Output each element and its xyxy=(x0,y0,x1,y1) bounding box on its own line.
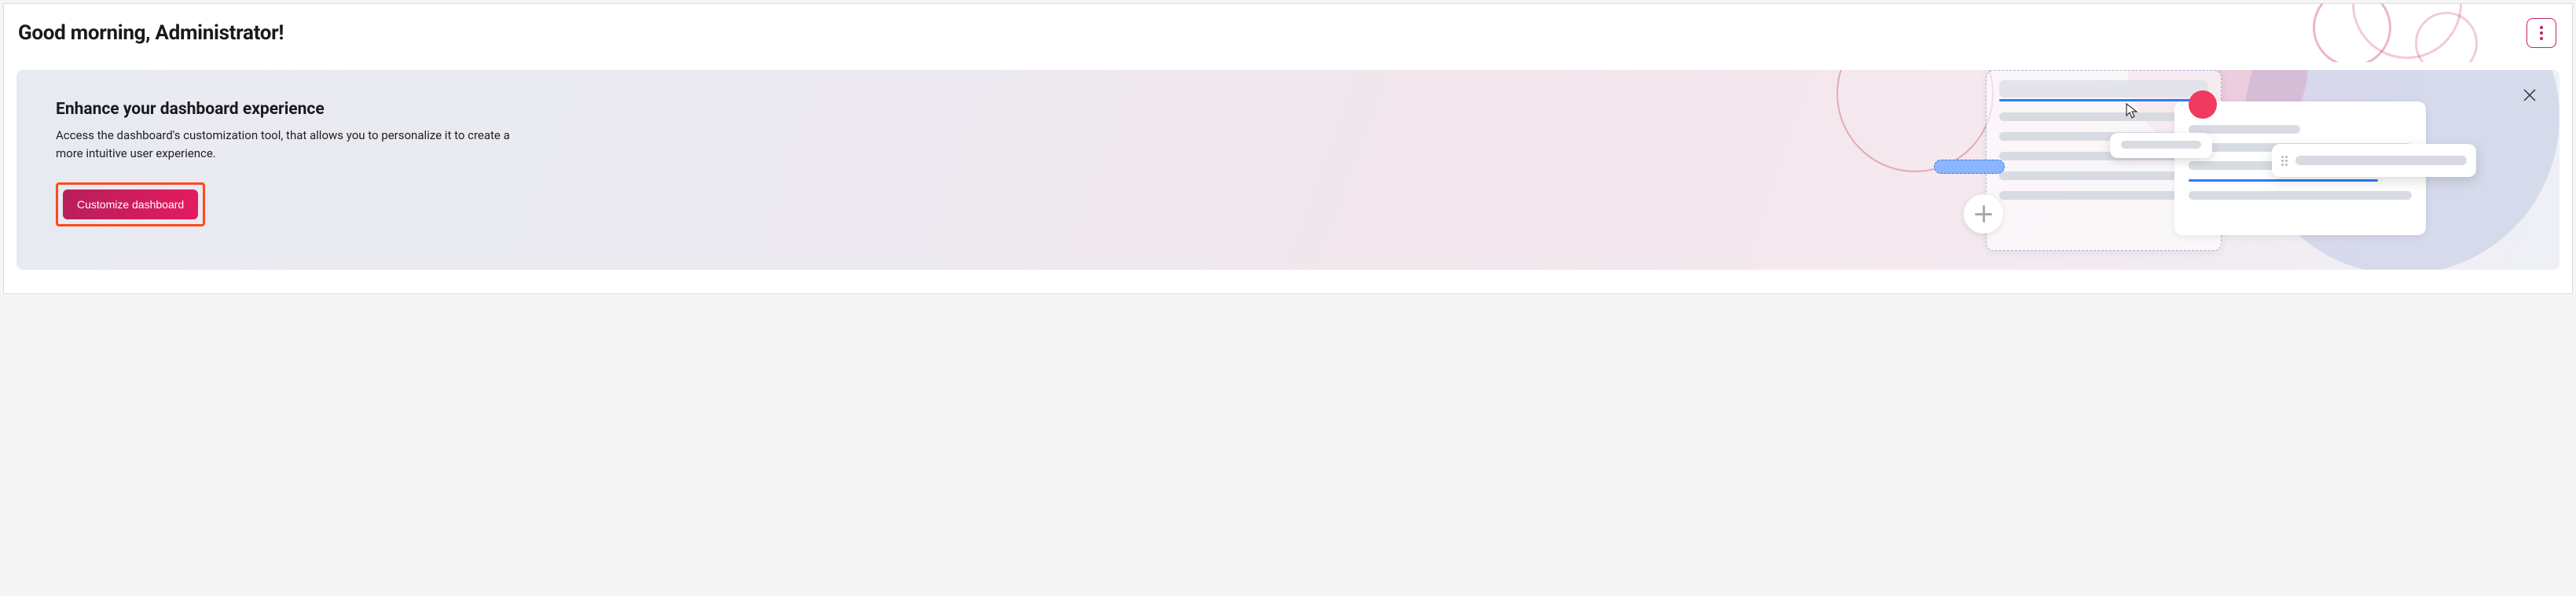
banner-description: Access the dashboard's customization too… xyxy=(56,127,512,162)
customize-dashboard-button[interactable]: Customize dashboard xyxy=(63,189,198,219)
plus-icon xyxy=(1964,194,2003,234)
illustration-drag-pill xyxy=(1934,160,2005,174)
close-banner-button[interactable] xyxy=(2522,87,2537,103)
header-decoration xyxy=(2258,4,2399,62)
drag-grip-icon xyxy=(2281,156,2288,166)
banner-content: Enhance your dashboard experience Access… xyxy=(56,100,543,226)
customize-dashboard-banner: Enhance your dashboard experience Access… xyxy=(17,70,2559,270)
more-options-button[interactable] xyxy=(2526,18,2556,48)
close-icon xyxy=(2523,88,2537,102)
illustration-panel-front xyxy=(2272,144,2476,177)
cta-highlight-box: Customize dashboard xyxy=(56,182,205,226)
dashboard-page: Good morning, Administrator! Enhance you… xyxy=(3,3,2573,294)
cursor-icon xyxy=(2126,103,2140,120)
page-title: Good morning, Administrator! xyxy=(18,21,284,45)
page-header: Good morning, Administrator! xyxy=(4,4,2572,62)
banner-illustration xyxy=(1939,70,2512,270)
banner-container: Enhance your dashboard experience Access… xyxy=(4,62,2572,282)
vertical-dots-icon xyxy=(2540,26,2543,40)
illustration-drag-chip xyxy=(2110,133,2212,158)
banner-title: Enhance your dashboard experience xyxy=(56,100,543,119)
